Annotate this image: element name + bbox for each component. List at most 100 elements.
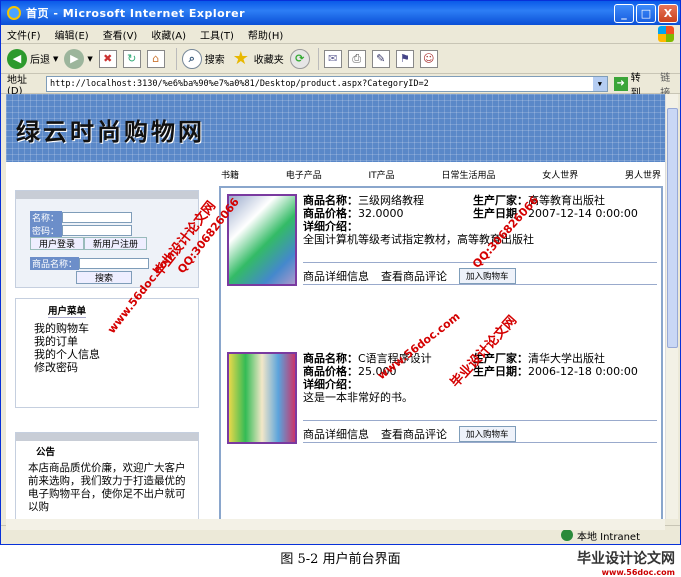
- minimize-button[interactable]: _: [614, 3, 634, 23]
- login-buttons: 用户登录 新用户注册: [30, 237, 148, 250]
- forward-dropdown-icon[interactable]: ▼: [87, 55, 92, 63]
- notice-body: 本店商品质优价廉，欢迎广大客户前来选购，我们致力于打造最优的电子购物平台，使你足…: [28, 462, 186, 513]
- nav-women[interactable]: 女人世界: [542, 168, 578, 181]
- product-review-link[interactable]: 查看商品评论: [381, 268, 447, 284]
- product-item: 商品名称：C语言程序设计 生产厂家：清华大学出版社 商品价格：25.000 生产…: [227, 352, 657, 448]
- nav-daily[interactable]: 日常生活用品: [441, 168, 495, 181]
- nav-electronics[interactable]: 电子产品: [286, 168, 322, 181]
- toolbar: ◀ 后退 ▼ ▶ ▼ ✖ ↻ ⌂ ⌕ 搜索 ★ 收藏夹 ⟳ ✉ ⎙ ✎ ⚑ ☺: [1, 44, 680, 74]
- menu-help[interactable]: 帮助(H): [248, 27, 283, 42]
- home-icon[interactable]: ⌂: [146, 49, 165, 68]
- back-button[interactable]: ◀ 后退 ▼: [7, 48, 58, 69]
- menu-edit[interactable]: 编辑(E): [55, 27, 89, 42]
- menu-change-password[interactable]: 修改密码: [34, 361, 198, 374]
- product-search-row: 商品名称：: [30, 257, 150, 270]
- divider: [303, 442, 657, 443]
- product-date: 2006-12-18 0:00:00: [528, 365, 638, 378]
- menu-my-orders[interactable]: 我的订单: [34, 335, 198, 348]
- name-row: 名称：: [30, 211, 132, 224]
- edit-icon[interactable]: ✎: [371, 49, 390, 68]
- horizontal-scrollbar[interactable]: [6, 519, 665, 530]
- user-menu: 用户菜单 我的购物车 我的订单 我的个人信息 修改密码: [15, 298, 199, 408]
- notice-panel: 公告 本店商品质优价廉，欢迎广大客户前来选购，我们致力于打造最优的电子购物平台，…: [15, 432, 199, 519]
- product-detail-link[interactable]: 商品详细信息: [303, 268, 369, 284]
- star-icon: ★: [232, 48, 249, 69]
- favorites-label: 收藏夹: [253, 55, 284, 66]
- back-dropdown-icon[interactable]: ▼: [53, 55, 58, 63]
- search-button[interactable]: ⌕ 搜索: [181, 48, 225, 69]
- address-input[interactable]: http://localhost:3130/%e6%ba%90%e7%a0%81…: [46, 75, 608, 92]
- product-name-key: 商品名称：: [303, 194, 358, 207]
- divider: [303, 284, 657, 285]
- product-price: 32.0000: [358, 207, 404, 220]
- forward-button[interactable]: ▶ ▼: [64, 48, 93, 69]
- address-bar: 地址(D) http://localhost:3130/%e6%ba%90%e7…: [1, 73, 680, 99]
- window-title: 首页 - Microsoft Internet Explorer: [26, 7, 245, 20]
- search-label: 搜索: [204, 55, 225, 66]
- print-icon[interactable]: ⎙: [347, 49, 366, 68]
- close-button[interactable]: X: [658, 3, 678, 23]
- name-label: 名称：: [30, 211, 62, 224]
- add-to-cart-button[interactable]: 加入购物车: [459, 268, 516, 284]
- caption-logo-name: 毕业设计论文网: [577, 551, 675, 567]
- product-detail: 这是一本非常好的书。: [303, 391, 413, 404]
- add-to-cart-button[interactable]: 加入购物车: [459, 426, 516, 442]
- nav-men[interactable]: 男人世界: [625, 168, 661, 181]
- vertical-scrollbar[interactable]: [665, 94, 678, 519]
- menu-file[interactable]: 文件(F): [7, 27, 41, 42]
- nav-books[interactable]: 书籍: [221, 168, 239, 181]
- address-label: 地址(D): [7, 74, 27, 97]
- go-arrow-icon: ➜: [613, 76, 628, 91]
- panel-header-strip: [16, 191, 198, 199]
- forward-arrow-icon: ▶: [64, 48, 85, 69]
- discuss-icon[interactable]: ⚑: [395, 49, 414, 68]
- menu-bar: 文件(F) 编辑(E) 查看(V) 收藏(A) 工具(T) 帮助(H): [1, 25, 680, 44]
- product-actions: 商品详细信息 查看商品评论 加入购物车: [303, 268, 516, 284]
- panel-header-strip: [16, 433, 198, 441]
- back-label: 后退: [30, 55, 50, 66]
- product-name: 三级网络教程: [358, 194, 424, 207]
- name-input[interactable]: [62, 212, 132, 223]
- product-date-key: 生产日期：: [473, 365, 528, 378]
- product-search-button[interactable]: 搜索: [76, 271, 132, 284]
- stop-icon[interactable]: ✖: [98, 49, 117, 68]
- messenger-icon[interactable]: ☺: [419, 49, 438, 68]
- product-detail-key: 详细介绍：: [303, 220, 358, 233]
- product-review-link[interactable]: 查看商品评论: [381, 426, 447, 442]
- product-detail-link[interactable]: 商品详细信息: [303, 426, 369, 442]
- product-price-key: 商品价格：: [303, 207, 358, 220]
- notice-title: 公告: [36, 447, 56, 458]
- register-button[interactable]: 新用户注册: [84, 237, 148, 250]
- product-info: 商品名称：三级网络教程 生产厂家：高等教育出版社 商品价格：32.0000 生产…: [303, 194, 657, 246]
- product-search-input[interactable]: [79, 258, 150, 269]
- maximize-button[interactable]: □: [636, 3, 656, 23]
- product-name-label: 商品名称：: [30, 257, 80, 270]
- search-icon: ⌕: [181, 48, 202, 69]
- menu-view[interactable]: 查看(V): [103, 27, 138, 42]
- mail-icon[interactable]: ✉: [323, 49, 342, 68]
- back-arrow-icon: ◀: [7, 48, 27, 69]
- product-detail: 全国计算机等级考试指定教材，高等教育出版社: [303, 233, 534, 246]
- menu-tools[interactable]: 工具(T): [200, 27, 234, 42]
- scrollbar-thumb[interactable]: [667, 108, 678, 348]
- user-menu-title: 用户菜单: [48, 303, 87, 318]
- refresh-icon[interactable]: ↻: [122, 49, 141, 68]
- site-banner: 绿云时尚购物网: [6, 94, 665, 162]
- product-image[interactable]: [227, 352, 297, 444]
- menu-favorites[interactable]: 收藏(A): [151, 27, 186, 42]
- toolbar-separator: [317, 47, 319, 70]
- password-input[interactable]: [62, 225, 132, 236]
- menu-my-info[interactable]: 我的个人信息: [34, 348, 198, 361]
- left-column: 名称： 密码： 用户登录 新用户注册 商品名称： 搜索 用户菜单 我的购物车 我…: [15, 190, 199, 408]
- product-maker: 清华大学出版社: [528, 352, 605, 365]
- nav-it[interactable]: IT产品: [369, 168, 395, 181]
- login-button[interactable]: 用户登录: [30, 237, 85, 250]
- favorites-button[interactable]: ★ 收藏夹: [231, 48, 284, 69]
- ie-logo-icon: [7, 6, 21, 20]
- history-icon[interactable]: ⟳: [289, 48, 310, 69]
- product-list: 商品名称：三级网络教程 生产厂家：高等教育出版社 商品价格：32.0000 生产…: [219, 186, 663, 519]
- product-actions: 商品详细信息 查看商品评论 加入购物车: [303, 426, 516, 442]
- address-dropdown-icon[interactable]: ▼: [592, 76, 607, 91]
- intranet-zone-icon: [560, 529, 573, 541]
- product-item: 商品名称：三级网络教程 生产厂家：高等教育出版社 商品价格：32.0000 生产…: [227, 194, 657, 290]
